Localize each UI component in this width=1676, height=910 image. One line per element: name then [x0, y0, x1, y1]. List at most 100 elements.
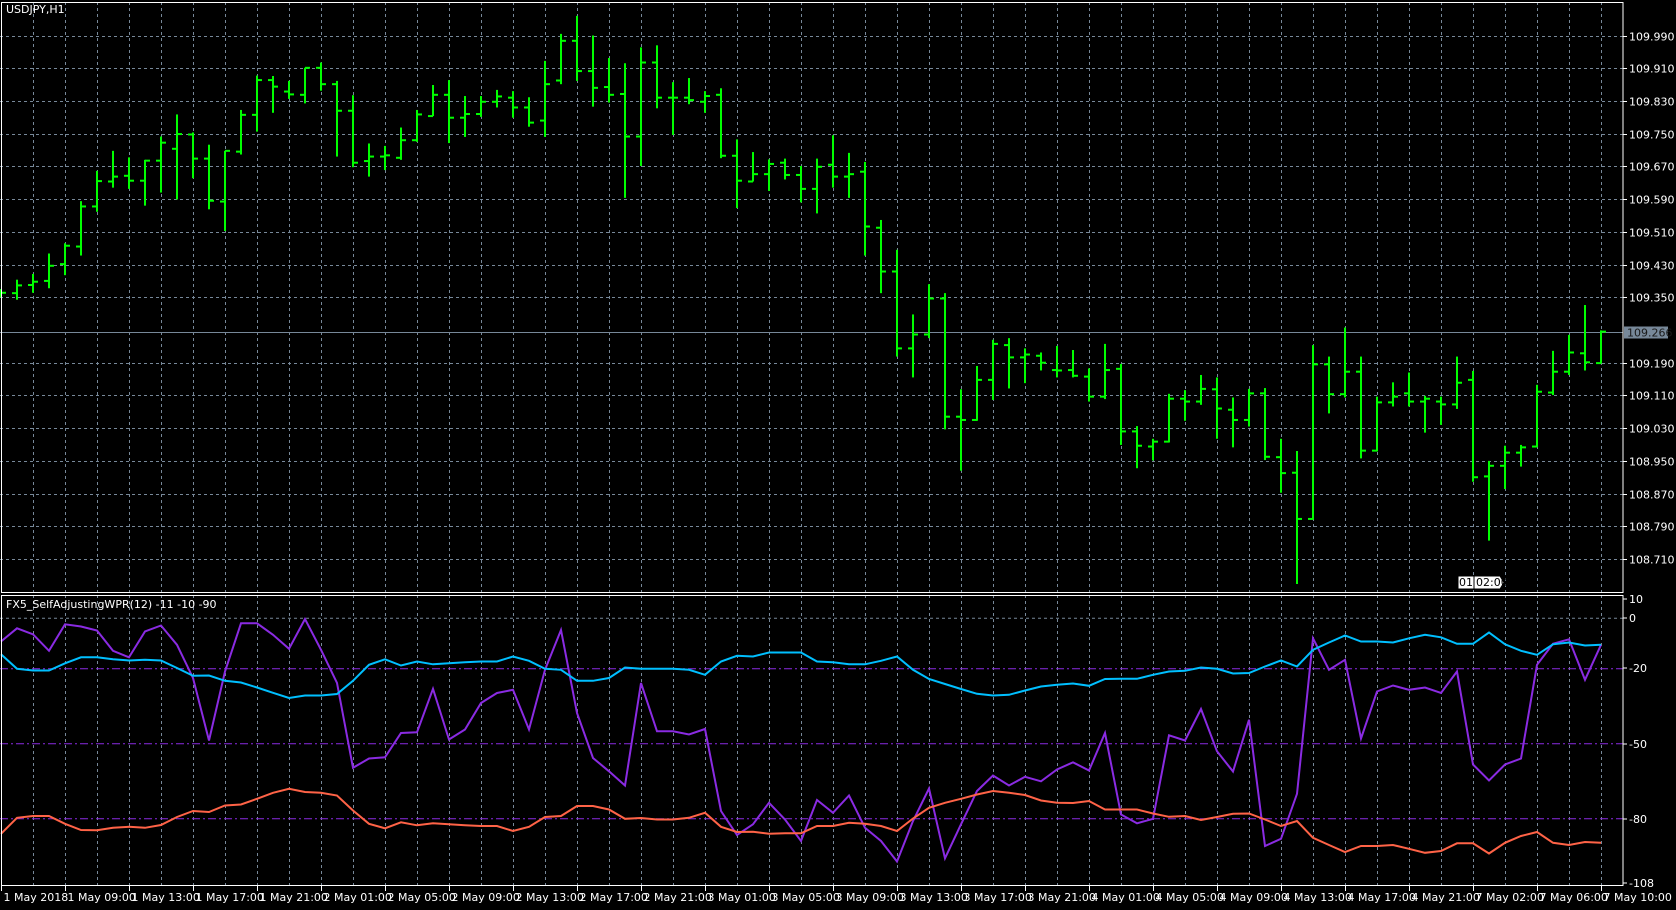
time-tick-label: 1 May 17:00: [196, 891, 264, 904]
ohlc-bar: [108, 150, 118, 188]
time-tick-label: 2 May 09:00: [452, 891, 520, 904]
indicator-pane-border: [1, 595, 1624, 886]
ohlc-bar: [1020, 348, 1030, 384]
ohlc-bar: [1148, 438, 1158, 461]
ohlc-bar: [556, 33, 566, 85]
ohlc-bar: [908, 314, 918, 378]
ohlc-bar: [876, 219, 886, 294]
ohlc-bar: [1596, 330, 1606, 365]
ohlc-bar: [956, 389, 966, 471]
time-tick-label: 3 May 21:00: [1028, 891, 1096, 904]
time-tick-label: 4 May 21:00: [1412, 891, 1480, 904]
ohlc-bar: [732, 139, 742, 209]
time-tick-label: 7 May 02:00: [1476, 891, 1544, 904]
ohlc-bar: [1084, 368, 1094, 402]
ohlc-bar: [1276, 438, 1286, 493]
ohlc-bar: [316, 62, 326, 91]
ohlc-bar: [140, 159, 150, 206]
ohlc-bar: [92, 170, 102, 212]
ohlc-bar: [76, 201, 86, 256]
time-tick-label: 2 May 17:00: [580, 891, 648, 904]
ohlc-bar: [1292, 451, 1302, 584]
crosshair-time-badge: 01: 02:00: [1457, 575, 1508, 590]
price-tick-label: 109.670: [1629, 161, 1675, 174]
time-tick-label: 7 May 06:00: [1540, 891, 1608, 904]
ohlc-bar: [1100, 343, 1110, 400]
ohlc-bar: [828, 135, 838, 188]
ohlc-bar: [684, 78, 694, 105]
indicator-label: FX5_SelfAdjustingWPR(12) -11 -10 -90: [6, 598, 217, 611]
time-tick-label: 4 May 13:00: [1284, 891, 1352, 904]
ohlc-bar: [1484, 460, 1494, 541]
ohlc-bar: [764, 159, 774, 191]
ohlc-bar: [460, 96, 470, 137]
indicator-tick-label: 10: [1629, 593, 1643, 606]
ohlc-bar: [1260, 388, 1270, 461]
ohlc-bar: [1372, 396, 1382, 452]
ohlc-bar: [1004, 338, 1014, 389]
ohlc-bar: [812, 158, 822, 214]
ohlc-bar: [1580, 305, 1590, 371]
time-tick-label: 2 May 01:00: [324, 891, 392, 904]
price-tick-label: 109.110: [1629, 390, 1675, 403]
ohlc-bar: [284, 80, 294, 99]
ohlc-bar: [780, 158, 790, 180]
ohlc-bar: [172, 114, 182, 200]
ohlc-bar: [1164, 393, 1174, 443]
time-tick-label: 1 May 2018: [4, 891, 69, 904]
ohlc-bar: [588, 35, 598, 107]
time-tick-label: 3 May 13:00: [900, 891, 968, 904]
ohlc-bar: [620, 63, 630, 198]
ohlc-bar: [636, 47, 646, 166]
ohlc-bar: [12, 279, 22, 300]
ohlc-bar: [444, 80, 454, 144]
ohlc-bar: [44, 253, 54, 289]
ohlc-bar: [156, 136, 166, 193]
ohlc-bar: [508, 91, 518, 118]
ohlc-bar: [1388, 382, 1398, 407]
ohlc-bar: [1500, 445, 1510, 490]
ohlc-bar: [540, 60, 550, 137]
ohlc-bar: [348, 95, 358, 168]
ohlc-bar: [60, 243, 70, 276]
ohlc-bar: [1516, 444, 1526, 467]
indicator-tick-label: -50: [1629, 738, 1647, 751]
ohlc-bar: [492, 89, 502, 108]
ohlc-bar: [364, 143, 374, 177]
ohlc-bar: [1564, 334, 1574, 375]
ohlc-bar: [652, 45, 662, 109]
time-tick-label: 1 May 21:00: [260, 891, 328, 904]
ohlc-bar: [300, 66, 310, 104]
upper-level-line: [0, 631, 1602, 700]
ohlc-bar: [1404, 372, 1414, 407]
ohlc-bar: [396, 127, 406, 160]
ohlc-bar: [252, 75, 262, 132]
ohlc-bar: [844, 152, 854, 198]
price-tick-label: 108.790: [1629, 521, 1675, 534]
time-tick-label: 1 May 09:00: [68, 891, 136, 904]
price-tick-label: 109.190: [1629, 358, 1675, 371]
current-price-label: 109.266: [1627, 327, 1673, 340]
indicator-tick-label: -20: [1629, 662, 1647, 675]
ohlc-bar: [332, 80, 342, 157]
price-tick-label: 109.590: [1629, 194, 1675, 207]
ohlc-bar: [476, 96, 486, 117]
chart-canvas[interactable]: 109.990 109.910 109.830 109.750 109.670 109.5…: [0, 0, 1676, 910]
ohlc-bar: [988, 339, 998, 400]
time-tick-label: 4 May 05:00: [1156, 891, 1224, 904]
ohlc-bar: [1180, 390, 1190, 421]
ohlc-bar: [412, 109, 422, 142]
ohlc-bar: [1212, 377, 1222, 439]
ohlc-bar: [1052, 345, 1062, 378]
time-tick-label: 2 May 21:00: [644, 891, 712, 904]
ohlc-bar: [1196, 374, 1206, 405]
price-tick-label: 108.950: [1629, 456, 1675, 469]
ohlc-bar: [380, 145, 390, 171]
time-tick-label: 7 May 10:00: [1604, 891, 1672, 904]
price-tick-label: 109.830: [1629, 96, 1675, 109]
time-tick-label: 3 May 09:00: [836, 891, 904, 904]
ohlc-bar: [924, 284, 934, 339]
ohlc-bar: [428, 84, 438, 118]
badge-text: 02:00: [1476, 576, 1508, 589]
ohlc-bar: [1244, 388, 1254, 427]
